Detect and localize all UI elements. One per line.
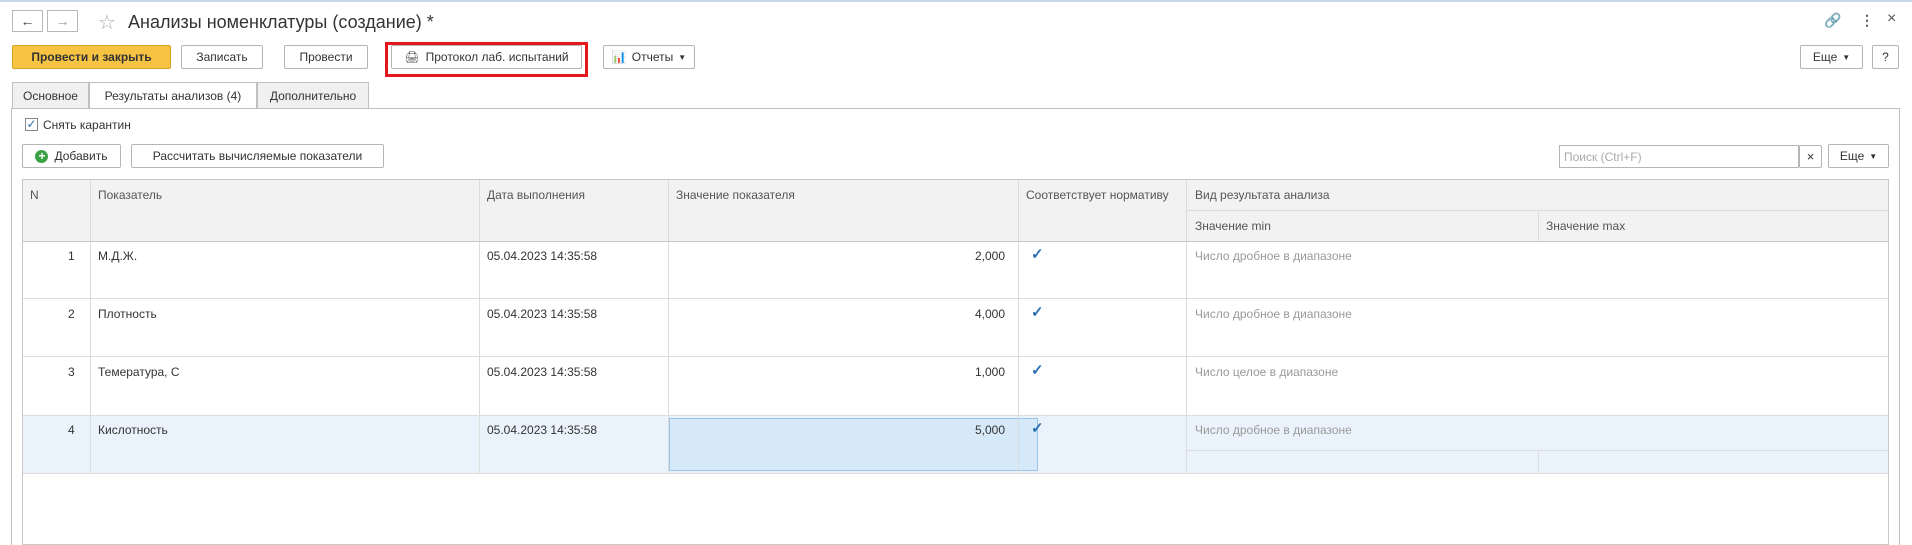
row-indicator[interactable]: Темература, С — [98, 365, 180, 379]
checkmark-icon[interactable]: ✓ — [1031, 419, 1044, 437]
window-top-border — [0, 0, 1912, 2]
header-n[interactable]: N — [30, 188, 39, 202]
tab-analysis-results[interactable]: Результаты анализов (4) — [89, 82, 257, 109]
col-divider — [1186, 180, 1187, 473]
chevron-down-icon: ▼ — [678, 52, 687, 62]
row-n: 1 — [68, 249, 75, 263]
results-table: N Показатель Дата выполнения Значение по… — [22, 179, 1889, 545]
close-icon[interactable]: × — [1887, 10, 1896, 28]
quarantine-checkbox[interactable]: ✓ — [25, 118, 38, 131]
header-indicator[interactable]: Показатель — [98, 188, 162, 202]
row-result-type[interactable]: Число дробное в диапазоне — [1195, 423, 1352, 437]
row-subdivider — [1186, 450, 1888, 451]
table-more-button[interactable]: Еще ▼ — [1828, 144, 1889, 168]
post-button[interactable]: Провести — [284, 45, 368, 69]
report-icon: 📊 — [611, 50, 627, 64]
add-button[interactable]: + Добавить — [22, 144, 121, 168]
table-more-label: Еще — [1839, 149, 1865, 163]
link-icon[interactable]: 🔗 — [1824, 12, 1841, 29]
quarantine-label: Снять карантин — [43, 118, 131, 132]
tab-main[interactable]: Основное — [12, 82, 89, 108]
header-date[interactable]: Дата выполнения — [487, 188, 585, 202]
search-input[interactable]: Поиск (Ctrl+F) — [1559, 145, 1799, 168]
row-divider — [23, 298, 1888, 299]
row-divider — [23, 415, 1888, 416]
row-value[interactable]: 4,000 — [975, 307, 1005, 321]
more-button[interactable]: Еще ▼ — [1800, 45, 1863, 69]
header-divider — [1186, 210, 1888, 211]
row-n: 3 — [68, 365, 75, 379]
tab-additional[interactable]: Дополнительно — [257, 82, 369, 108]
calculate-indicators-button[interactable]: Рассчитать вычисляемые показатели — [131, 144, 384, 168]
row-value[interactable]: 2,000 — [975, 249, 1005, 263]
more-vertical-icon[interactable]: ⋮ — [1860, 12, 1874, 29]
row-n: 2 — [68, 307, 75, 321]
clear-search-button[interactable]: × — [1799, 145, 1822, 168]
header-min[interactable]: Значение min — [1195, 219, 1271, 233]
row-indicator[interactable]: Кислотность — [98, 423, 168, 437]
row-divider — [23, 473, 1888, 474]
col-divider — [668, 180, 669, 473]
row-indicator[interactable]: Плотность — [98, 307, 157, 321]
header-conforms[interactable]: Соответствует нормативу — [1026, 188, 1169, 202]
more-label: Еще — [1812, 50, 1838, 64]
row-value[interactable]: 5,000 — [975, 423, 1005, 437]
forward-button[interactable]: → — [47, 10, 78, 32]
row-result-type[interactable]: Число дробное в диапазоне — [1195, 249, 1352, 263]
highlight-frame — [385, 42, 588, 77]
help-button[interactable]: ? — [1872, 45, 1899, 69]
arrow-right-icon: → — [55, 13, 70, 29]
back-button[interactable]: ← — [12, 10, 43, 32]
checkmark-icon[interactable]: ✓ — [1031, 361, 1044, 379]
row-date[interactable]: 05.04.2023 14:35:58 — [487, 423, 597, 437]
header-result-type[interactable]: Вид результата анализа — [1195, 188, 1330, 202]
col-divider — [1538, 451, 1539, 473]
row-divider — [23, 356, 1888, 357]
add-label: Добавить — [54, 149, 108, 163]
row-indicator[interactable]: М.Д.Ж. — [98, 249, 137, 263]
page-title: Анализы номенклатуры (создание) * — [128, 12, 434, 32]
checkmark-icon[interactable]: ✓ — [1031, 245, 1044, 263]
reports-button[interactable]: 📊 Отчеты ▼ — [603, 45, 695, 69]
checkmark-icon[interactable]: ✓ — [1031, 303, 1044, 321]
header-max[interactable]: Значение max — [1546, 219, 1625, 233]
header-bottom — [23, 241, 1888, 242]
row-date[interactable]: 05.04.2023 14:35:58 — [487, 365, 597, 379]
add-circle-icon: + — [35, 149, 49, 163]
row-date[interactable]: 05.04.2023 14:35:58 — [487, 249, 597, 263]
row-result-type[interactable]: Число дробное в диапазоне — [1195, 307, 1352, 321]
col-divider — [1538, 210, 1539, 241]
arrow-left-icon: ← — [20, 13, 35, 29]
row-value[interactable]: 1,000 — [975, 365, 1005, 379]
col-divider — [90, 180, 91, 473]
row-result-type[interactable]: Число целое в диапазоне — [1195, 365, 1338, 379]
col-divider — [479, 180, 480, 473]
row-n: 4 — [68, 423, 75, 437]
chevron-down-icon: ▼ — [1842, 52, 1851, 62]
col-divider — [1018, 180, 1019, 473]
favorite-star-icon[interactable]: ☆ — [98, 10, 116, 35]
row-date[interactable]: 05.04.2023 14:35:58 — [487, 307, 597, 321]
save-button[interactable]: Записать — [181, 45, 263, 69]
reports-label: Отчеты — [631, 50, 674, 64]
chevron-down-icon: ▼ — [1869, 151, 1878, 161]
post-and-close-button[interactable]: Провести и закрыть — [12, 45, 171, 69]
header-value[interactable]: Значение показателя — [676, 188, 795, 202]
